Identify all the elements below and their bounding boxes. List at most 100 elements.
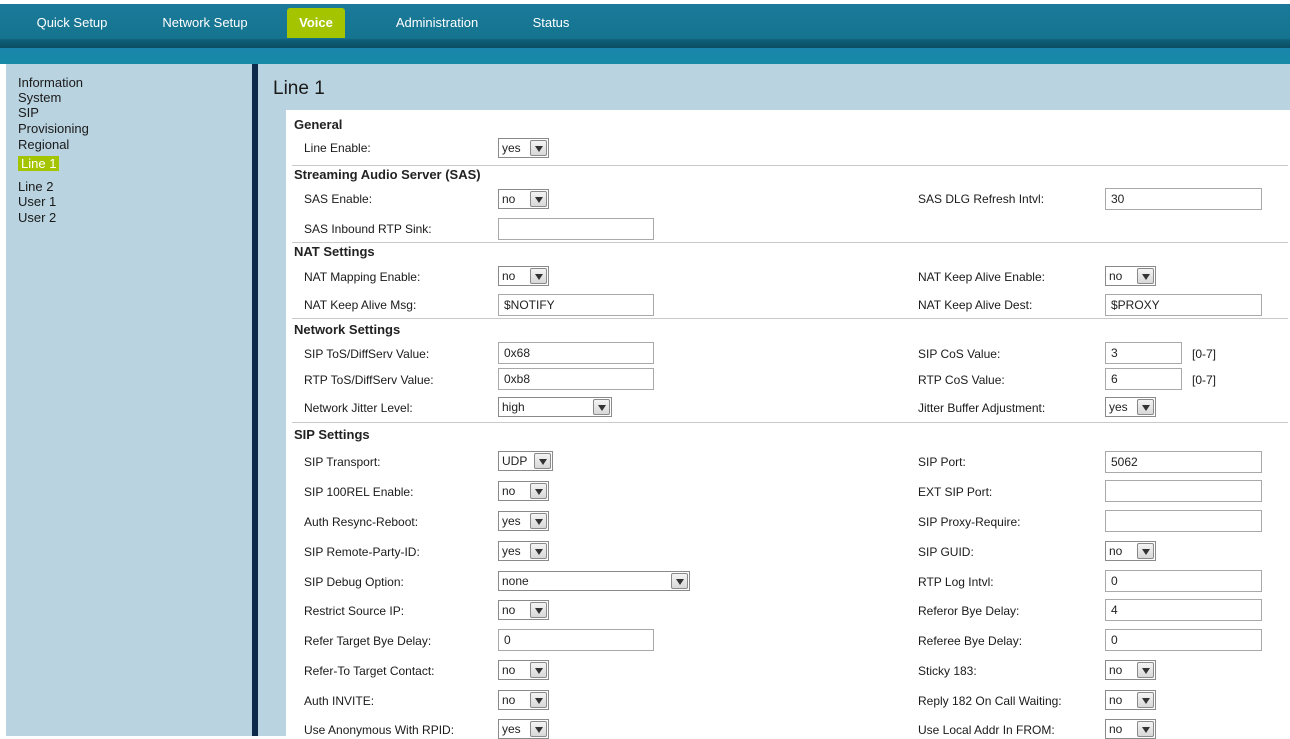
sip-cos-range-hint: [0-7] <box>1192 347 1217 361</box>
tab-status[interactable]: Status <box>520 10 582 36</box>
auth-resync-select[interactable]: yes <box>498 511 549 531</box>
chevron-down-icon <box>534 453 551 469</box>
section-title-sip: SIP Settings <box>294 427 370 442</box>
sip-guid-label: SIP GUID: <box>918 545 974 559</box>
ext-sip-port-label: EXT SIP Port: <box>918 485 993 499</box>
refer-target-bye-delay-input[interactable]: 0 <box>498 629 654 651</box>
restrict-source-ip-label: Restrict Source IP: <box>304 604 405 618</box>
sidebar-item-provisioning[interactable]: Provisioning <box>18 121 89 136</box>
main-content: Line 1 General Line Enable: yes Streamin… <box>258 64 1290 739</box>
restrict-source-ip-select[interactable]: no <box>498 600 549 620</box>
sidebar-item-information[interactable]: Information <box>18 75 83 90</box>
sidebar-item-line-2[interactable]: Line 2 <box>18 179 53 194</box>
rtp-tos-input[interactable]: 0xb8 <box>498 368 654 390</box>
sas-dlg-refresh-input[interactable]: 30 <box>1105 188 1262 210</box>
tab-quick-setup[interactable]: Quick Setup <box>22 10 122 36</box>
sticky-183-label: Sticky 183: <box>918 664 977 678</box>
nat-mapping-enable-select[interactable]: no <box>498 266 549 286</box>
chevron-down-icon <box>671 573 688 589</box>
reply-182-select[interactable]: no <box>1105 690 1156 710</box>
remote-party-id-select[interactable]: yes <box>498 541 549 561</box>
section-title-nat: NAT Settings <box>294 244 375 259</box>
referor-bye-delay-input[interactable]: 4 <box>1105 599 1262 621</box>
ext-sip-port-input[interactable] <box>1105 480 1262 502</box>
sidebar: Information System SIP Provisioning Regi… <box>6 64 252 736</box>
chevron-down-icon <box>593 399 610 415</box>
nat-mapping-enable-label: NAT Mapping Enable: <box>304 270 421 284</box>
sas-enable-label: SAS Enable: <box>304 192 373 206</box>
chevron-down-icon <box>530 721 547 737</box>
use-anon-rpid-select[interactable]: yes <box>498 719 549 739</box>
chevron-down-icon <box>530 662 547 678</box>
section-divider <box>292 422 1288 423</box>
chevron-down-icon <box>530 483 547 499</box>
section-title-sas: Streaming Audio Server (SAS) <box>294 167 481 182</box>
sip-cos-label: SIP CoS Value: <box>918 347 1001 361</box>
debug-option-select[interactable]: none <box>498 571 690 591</box>
referee-bye-delay-input[interactable]: 0 <box>1105 629 1262 651</box>
sip-proxy-require-label: SIP Proxy-Require: <box>918 515 1021 529</box>
sip-port-input[interactable]: 5062 <box>1105 451 1262 473</box>
sas-enable-select[interactable]: no <box>498 189 549 209</box>
rtp-cos-label: RTP CoS Value: <box>918 373 1005 387</box>
nat-keep-alive-enable-select[interactable]: no <box>1105 266 1156 286</box>
settings-panel: General Line Enable: yes Streaming Audio… <box>286 110 1290 739</box>
section-title-general: General <box>294 117 343 132</box>
sip-port-label: SIP Port: <box>918 455 966 469</box>
section-divider <box>292 242 1288 243</box>
nat-keep-alive-msg-label: NAT Keep Alive Msg: <box>304 298 417 312</box>
jitter-adjust-label: Jitter Buffer Adjustment: <box>918 401 1046 415</box>
use-local-addr-label: Use Local Addr In FROM: <box>918 723 1055 737</box>
sidebar-item-system[interactable]: System <box>18 90 61 105</box>
rtp-tos-label: RTP ToS/DiffServ Value: <box>304 373 434 387</box>
sas-inbound-rtp-sink-label: SAS Inbound RTP Sink: <box>304 222 432 236</box>
jitter-adjust-select[interactable]: yes <box>1105 397 1156 417</box>
section-title-network: Network Settings <box>294 322 401 337</box>
use-local-addr-select[interactable]: no <box>1105 719 1156 739</box>
rtp-log-intvl-label: RTP Log Intvl: <box>918 575 994 589</box>
sidebar-item-regional[interactable]: Regional <box>18 137 69 152</box>
sip-tos-input[interactable]: 0x68 <box>498 342 654 364</box>
chevron-down-icon <box>1137 721 1154 737</box>
sidebar-item-sip[interactable]: SIP <box>18 105 39 120</box>
refer-target-bye-delay-label: Refer Target Bye Delay: <box>304 634 432 648</box>
tab-voice[interactable]: Voice <box>287 8 345 38</box>
sidebar-item-line-1[interactable]: Line 1 <box>18 156 60 171</box>
sip-proxy-require-input[interactable] <box>1105 510 1262 532</box>
auth-invite-label: Auth INVITE: <box>304 694 375 708</box>
use-anon-rpid-label: Use Anonymous With RPID: <box>304 723 455 737</box>
auth-invite-select[interactable]: no <box>498 690 549 710</box>
sip-cos-input[interactable]: 3 <box>1105 342 1182 364</box>
chevron-down-icon <box>530 543 547 559</box>
chevron-down-icon <box>530 191 547 207</box>
refer-to-target-contact-select[interactable]: no <box>498 660 549 680</box>
jitter-level-label: Network Jitter Level: <box>304 401 413 415</box>
debug-option-label: SIP Debug Option: <box>304 575 404 589</box>
chevron-down-icon <box>1137 662 1154 678</box>
sip-100rel-label: SIP 100REL Enable: <box>304 485 414 499</box>
section-divider <box>292 165 1288 166</box>
nat-keep-alive-dest-input[interactable]: $PROXY <box>1105 294 1262 316</box>
line-enable-select[interactable]: yes <box>498 138 549 158</box>
sip-transport-select[interactable]: UDP <box>498 451 553 471</box>
sidebar-item-user-1[interactable]: User 1 <box>18 194 56 209</box>
tab-network-setup[interactable]: Network Setup <box>150 10 260 36</box>
sticky-183-select[interactable]: no <box>1105 660 1156 680</box>
referee-bye-delay-label: Referee Bye Delay: <box>918 634 1023 648</box>
rtp-log-intvl-input[interactable]: 0 <box>1105 570 1262 592</box>
chevron-down-icon <box>530 513 547 529</box>
sip-guid-select[interactable]: no <box>1105 541 1156 561</box>
jitter-level-select[interactable]: high <box>498 397 612 417</box>
line-enable-label: Line Enable: <box>304 141 371 155</box>
page-title: Line 1 <box>273 78 325 99</box>
sas-inbound-rtp-sink-input[interactable] <box>498 218 654 240</box>
auth-resync-label: Auth Resync-Reboot: <box>304 515 419 529</box>
rtp-cos-input[interactable]: 6 <box>1105 368 1182 390</box>
chevron-down-icon <box>1137 399 1154 415</box>
tab-administration[interactable]: Administration <box>382 10 492 36</box>
nat-keep-alive-msg-input[interactable]: $NOTIFY <box>498 294 654 316</box>
sidebar-item-user-2[interactable]: User 2 <box>18 210 56 225</box>
sip-transport-label: SIP Transport: <box>304 455 381 469</box>
sip-tos-label: SIP ToS/DiffServ Value: <box>304 347 430 361</box>
sip-100rel-select[interactable]: no <box>498 481 549 501</box>
